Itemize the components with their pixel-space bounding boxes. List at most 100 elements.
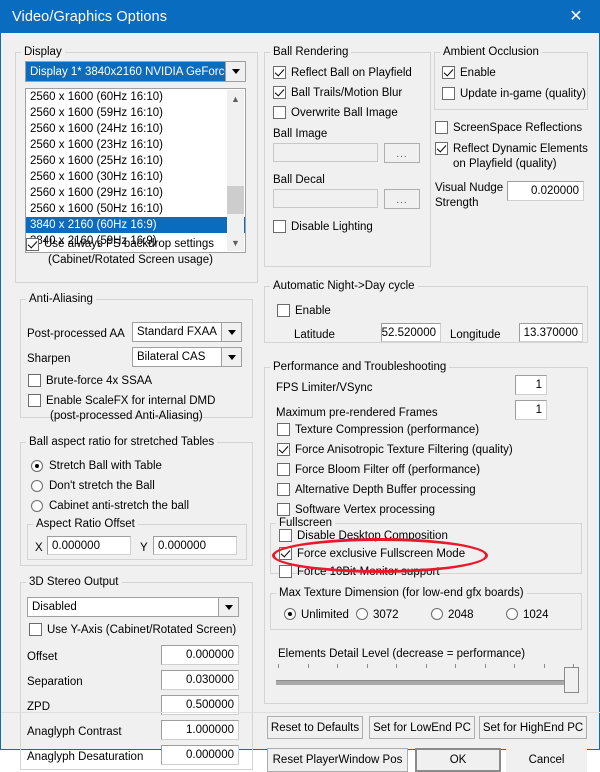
set-lowend-pc-button[interactable]: Set for LowEnd PC [369,716,475,739]
radio-stretch-ball-with-table[interactable] [31,460,43,472]
screenspace-reflections-checkbox[interactable] [435,121,448,134]
aspect-x-label: X [35,542,43,554]
radio-dont-stretch-ball[interactable] [31,480,43,492]
reflect-dynamic-elements-checkbox[interactable] [435,142,448,155]
latitude-input[interactable]: 52.520000 [381,323,441,342]
close-icon[interactable]: ✕ [553,1,599,33]
slider-tick [543,664,545,668]
chevron-down-icon[interactable]: ▼ [227,234,244,251]
reflect-dynamic-elements-sublabel: on Playfield (quality) [453,158,557,170]
radio-cabinet-anti-stretch[interactable] [31,500,43,512]
fs-backdrop-label: Use always FS backdrop settings [44,238,215,250]
radio-label-1: Don't stretch the Ball [49,480,155,492]
fullscreen-checkbox[interactable] [279,547,292,560]
chevron-down-icon[interactable] [225,62,245,81]
fullscreen-group-title: Fullscreen [279,517,333,529]
sharpen-select[interactable]: Bilateral CAS [132,347,242,367]
chevron-down-icon[interactable] [221,323,241,341]
stereo-yaxis-checkbox[interactable] [29,623,42,636]
detail-level-slider-thumb[interactable] [564,667,579,693]
scrollbar-thumb[interactable] [227,186,244,214]
max-texture-radio[interactable] [284,608,296,620]
disable-lighting-checkbox[interactable] [273,220,286,233]
list-item[interactable]: 2560 x 1600 (50Hz 16:10) [26,201,245,217]
stereo-mode-value: Disabled [32,601,77,613]
performance-checkbox[interactable] [277,483,290,496]
visual-nudge-input[interactable]: 0.020000 [507,181,584,201]
night-day-enable-checkbox[interactable] [277,304,290,317]
ao-update-ingame-checkbox[interactable] [442,87,455,100]
stereo-field-input[interactable]: 0.030000 [161,670,239,690]
aspect-y-input[interactable]: 0.000000 [153,536,237,555]
overwrite-ball-image-checkbox[interactable] [273,106,286,119]
post-aa-select[interactable]: Standard FXAA [132,322,242,342]
screenspace-reflections-label: ScreenSpace Reflections [453,122,583,134]
post-aa-label: Post-processed AA [27,328,125,340]
ball-trails-checkbox[interactable] [273,86,286,99]
resolution-listbox[interactable]: 2560 x 1600 (60Hz 16:10) 2560 x 1600 (59H… [25,88,246,253]
video-graphics-options-dialog: Video/Graphics Options ✕ Display Display… [0,0,600,772]
performance-checkbox[interactable] [277,463,290,476]
performance-checkbox[interactable] [277,423,290,436]
ball-rendering-group-title: Ball Rendering [273,46,349,58]
ball-decal-input[interactable] [273,189,378,208]
scalefx-checkbox[interactable] [28,394,41,407]
stereo-field-input[interactable]: 0.000000 [161,645,239,665]
slider-tick [514,664,515,668]
performance-group-title: Performance and Troubleshooting [273,361,447,373]
latitude-label: Latitude [294,329,335,341]
slider-ticks [278,664,574,668]
cancel-button[interactable]: Cancel [506,748,587,772]
ok-button[interactable]: OK [415,748,501,772]
list-item[interactable]: 2560 x 1600 (30Hz 16:10) [26,169,245,185]
radio-label-2: Cabinet anti-stretch the ball [49,500,189,512]
ball-image-browse-button[interactable]: ... [384,143,420,163]
ball-trails-label: Ball Trails/Motion Blur [291,87,403,99]
reflect-dynamic-elements-label: Reflect Dynamic Elements [453,143,588,155]
list-item[interactable]: 2560 x 1600 (24Hz 16:10) [26,121,245,137]
chevron-down-icon[interactable] [218,598,238,616]
list-item[interactable]: 2560 x 1600 (59Hz 16:10) [26,105,245,121]
scalefx-sublabel: (post-processed Anti-Aliasing) [50,410,203,422]
reflect-ball-checkbox[interactable] [273,66,286,79]
fps-limiter-input[interactable]: 1 [515,375,547,395]
performance-checkbox[interactable] [277,443,290,456]
chevron-down-icon[interactable] [221,348,241,366]
stereo-yaxis-label: Use Y-Axis (Cabinet/Rotated Screen) [47,624,237,636]
longitude-input[interactable]: 13.370000 [519,323,583,342]
slider-tick [396,664,397,668]
brute-force-ssaa-checkbox[interactable] [28,374,41,387]
ball-image-input[interactable] [273,143,378,162]
fs-backdrop-checkbox[interactable] [26,238,39,251]
list-item[interactable]: 2560 x 1600 (29Hz 16:10) [26,185,245,201]
fullscreen-checkbox[interactable] [279,529,292,542]
detail-level-slider-track[interactable] [276,680,576,685]
performance-checkbox[interactable] [277,503,290,516]
visual-nudge-label-line1: Visual Nudge [435,182,504,194]
fullscreen-checkbox[interactable] [279,565,292,578]
ball-decal-browse-button[interactable]: ... [384,189,420,209]
display-adapter-select[interactable]: Display 1* 3840x2160 NVIDIA GeForce [25,61,246,82]
listbox-scrollbar[interactable]: ▲ ▼ [227,90,244,251]
performance-checkbox-label: Force Bloom Filter off (performance) [295,464,481,476]
max-texture-radio[interactable] [356,608,368,620]
chevron-up-icon[interactable]: ▲ [227,90,244,107]
max-texture-radio[interactable] [431,608,443,620]
set-highend-pc-button[interactable]: Set for HighEnd PC [479,716,587,739]
list-item[interactable]: 2560 x 1600 (25Hz 16:10) [26,153,245,169]
stereo-field-input[interactable]: 1.000000 [161,720,239,740]
list-item[interactable]: 2560 x 1600 (23Hz 16:10) [26,137,245,153]
list-item[interactable]: 2560 x 1600 (60Hz 16:10) [26,89,245,105]
max-texture-radio[interactable] [506,608,518,620]
stereo-mode-select[interactable]: Disabled [27,597,239,617]
ao-enable-checkbox[interactable] [442,66,455,79]
reset-to-defaults-button[interactable]: Reset to Defaults [267,716,363,739]
reset-playerwindow-pos-button[interactable]: Reset PlayerWindow Pos [267,748,408,772]
prerendered-frames-input[interactable]: 1 [515,400,547,420]
stereo-field-input[interactable]: 0.000000 [161,745,239,765]
aspect-x-input[interactable]: 0.000000 [47,536,131,555]
list-item[interactable]: 3840 x 2160 (60Hz 16:9) [26,217,245,233]
stereo-field-label: Anaglyph Contrast [27,726,122,738]
ball-decal-label: Ball Decal [273,174,325,186]
slider-tick [337,664,338,668]
